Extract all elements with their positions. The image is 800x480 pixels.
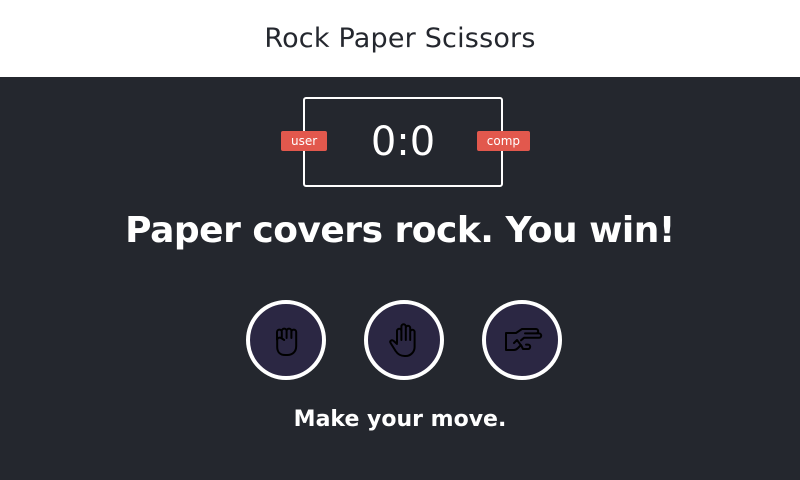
scoreboard: user 0:0 comp	[281, 97, 530, 187]
result-message: Paper covers rock. You win!	[125, 210, 675, 251]
scissors-hand-icon	[505, 328, 543, 351]
comp-badge: comp	[476, 131, 530, 151]
rock-button[interactable]	[246, 300, 326, 380]
paper-button[interactable]	[364, 300, 444, 380]
fist-icon	[276, 327, 298, 356]
scissors-button[interactable]	[482, 300, 562, 380]
score-display: 0:0	[370, 119, 436, 165]
move-prompt: Make your move.	[293, 407, 507, 432]
choices-row	[0, 300, 800, 384]
game-app: Rock Paper Scissors user 0:0 comp Paper …	[0, 0, 800, 480]
page-title: Rock Paper Scissors	[264, 23, 536, 54]
open-hand-icon	[389, 323, 416, 357]
header-bar: Rock Paper Scissors	[0, 0, 800, 77]
